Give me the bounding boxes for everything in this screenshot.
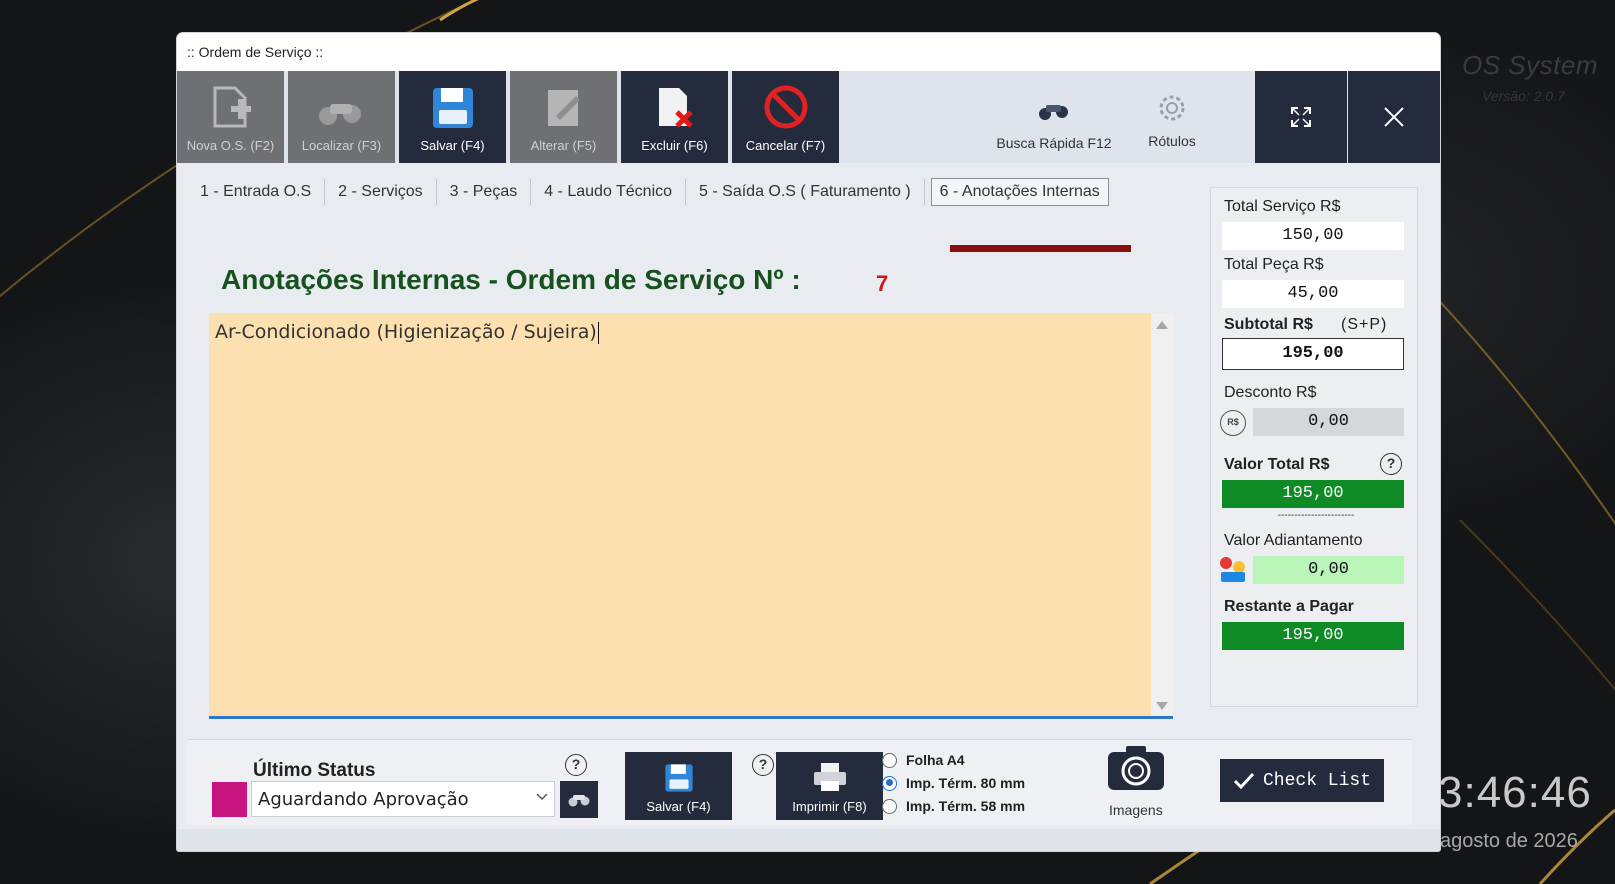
status-select[interactable]: Aguardando Aprovação [251, 781, 555, 817]
prohibited-icon [764, 85, 807, 129]
total-parts-label: Total Peça R$ [1224, 256, 1324, 273]
internal-notes-textarea[interactable]: Ar-Condicionado (Higienização / Sujeira) [209, 313, 1173, 719]
status-search-button[interactable] [560, 781, 598, 818]
maximize-button[interactable] [1255, 71, 1347, 163]
camera-icon[interactable] [1106, 744, 1166, 792]
bottom-save-button[interactable]: Salvar (F4) [625, 752, 732, 820]
binoculars-icon [568, 794, 590, 806]
tab-entrada-os[interactable]: 1 - Entrada O.S [187, 179, 326, 205]
scroll-up-arrow-icon[interactable] [1156, 321, 1168, 329]
selected-tab-underline [950, 245, 1131, 252]
save-label: Salvar (F4) [420, 138, 485, 153]
labels-label: Rótulos [1148, 133, 1196, 149]
remaining-label: Restante a Pagar [1224, 598, 1354, 615]
save-button[interactable]: Salvar (F4) [399, 71, 506, 163]
close-button[interactable] [1348, 71, 1440, 163]
chevron-down-icon [536, 793, 548, 801]
quick-search-button[interactable]: Busca Rápida F12 [989, 71, 1119, 163]
payment-icon [1220, 557, 1245, 582]
print-help-icon[interactable]: ? [752, 754, 774, 776]
total-value-label: Valor Total R$ [1224, 456, 1330, 473]
desktop-date: agosto de 2026 [1440, 830, 1578, 852]
page-title: Anotações Internas - Ordem de Serviço Nº… [221, 264, 801, 295]
status-color-swatch [212, 782, 247, 817]
radio-58mm[interactable] [882, 798, 897, 814]
subtotal-label: Subtotal R$ [1224, 316, 1313, 333]
edit-document-icon [547, 90, 580, 126]
floppy-disk-icon [432, 88, 473, 128]
tab-servicos[interactable]: 2 - Serviços [325, 179, 437, 205]
radio-a4[interactable] [882, 752, 897, 768]
os-number: 7 [876, 271, 889, 296]
status-help-icon[interactable]: ? [565, 754, 587, 776]
expand-icon [1291, 107, 1311, 127]
cancel-label: Cancelar (F7) [745, 138, 826, 153]
tab-pecas[interactable]: 3 - Peças [437, 179, 532, 205]
print-option-80mm[interactable]: Imp. Térm. 80 mm [882, 775, 1025, 791]
discount-label: Desconto R$ [1224, 384, 1317, 401]
printer-icon [813, 763, 846, 791]
cancel-button[interactable]: Cancelar (F7) [732, 71, 839, 163]
images-label: Imagens [1109, 802, 1163, 818]
toolbar: Nova O.S. (F2) Localizar (F3) Salvar (F4… [177, 71, 1440, 163]
advance-label: Valor Adiantamento [1224, 532, 1363, 549]
status-selected-value: Aguardando Aprovação [258, 789, 469, 810]
new-os-label: Nova O.S. (F2) [186, 138, 275, 153]
subtotal-value: 195,00 [1222, 338, 1404, 370]
subtotal-hint: (S+P) [1341, 316, 1388, 333]
delete-button[interactable]: Excluir (F6) [621, 71, 728, 163]
total-service-value: 150,00 [1222, 222, 1404, 250]
new-document-icon [213, 86, 251, 128]
print-option-58mm[interactable]: Imp. Térm. 58 mm [882, 798, 1025, 814]
remaining-value: 195,00 [1222, 622, 1404, 650]
notes-text: Ar-Condicionado (Higienização / Sujeira) [215, 321, 597, 343]
binoculars-icon [1039, 105, 1068, 120]
labels-button[interactable]: Rótulos [1132, 71, 1212, 163]
bottom-bar: Último Status ? Aguardando Aprovação Sal… [187, 739, 1412, 825]
print-label: Imprimir (F8) [792, 799, 867, 814]
tab-bar: 1 - Entrada O.S 2 - Serviços 3 - Peças 4… [187, 176, 1109, 208]
brand-title: OS System [1462, 50, 1598, 80]
window-title: :: Ordem de Serviço :: [177, 33, 1440, 71]
window-footer [177, 829, 1440, 851]
discount-input[interactable]: 0,00 [1253, 408, 1404, 436]
last-status-label: Último Status [253, 760, 376, 781]
edit-label: Alterar (F5) [530, 138, 597, 153]
tab-anotacoes-internas[interactable]: 6 - Anotações Internas [930, 178, 1109, 206]
notes-scrollbar[interactable] [1151, 313, 1173, 716]
brand-version: Versão: 2.0.7 [1482, 88, 1565, 104]
print-button[interactable]: Imprimir (F8) [776, 752, 883, 820]
tab-saida-os[interactable]: 5 - Saída O.S ( Faturamento ) [686, 179, 925, 205]
bottom-save-label: Salvar (F4) [646, 799, 711, 814]
os-window: :: Ordem de Serviço :: Nova O.S. (F2) Lo… [177, 33, 1440, 851]
edit-button[interactable]: Alterar (F5) [510, 71, 617, 163]
text-caret [597, 321, 599, 344]
gear-icon [1159, 95, 1185, 121]
total-value: 195,00 [1222, 480, 1404, 508]
delete-label: Excluir (F6) [641, 138, 708, 153]
desktop-clock: 3:46:46 [1438, 768, 1592, 817]
totals-panel: Total Serviço R$ 150,00 Total Peça R$ 45… [1210, 187, 1418, 707]
find-label: Localizar (F3) [301, 138, 382, 153]
radio-80mm[interactable] [882, 775, 897, 791]
close-icon [1384, 107, 1404, 127]
total-help-icon[interactable]: ? [1380, 453, 1402, 475]
total-parts-value: 45,00 [1222, 280, 1404, 308]
binoculars-icon [318, 104, 361, 125]
checkmark-icon [1233, 772, 1255, 789]
advance-input[interactable]: 0,00 [1253, 556, 1404, 584]
currency-icon: R$ [1220, 410, 1246, 436]
check-list-label: Check List [1262, 770, 1372, 791]
tab-laudo-tecnico[interactable]: 4 - Laudo Técnico [531, 179, 687, 205]
scroll-down-arrow-icon[interactable] [1156, 702, 1168, 710]
floppy-disk-icon [664, 764, 693, 792]
print-option-a4[interactable]: Folha A4 [882, 752, 965, 768]
delete-document-icon [658, 88, 693, 128]
separator-line: ----------------------- [1277, 510, 1355, 521]
quick-search-label: Busca Rápida F12 [996, 135, 1112, 151]
new-os-button[interactable]: Nova O.S. (F2) [177, 71, 284, 163]
check-list-button[interactable]: Check List [1220, 759, 1384, 802]
total-service-label: Total Serviço R$ [1224, 198, 1341, 215]
find-button[interactable]: Localizar (F3) [288, 71, 395, 163]
